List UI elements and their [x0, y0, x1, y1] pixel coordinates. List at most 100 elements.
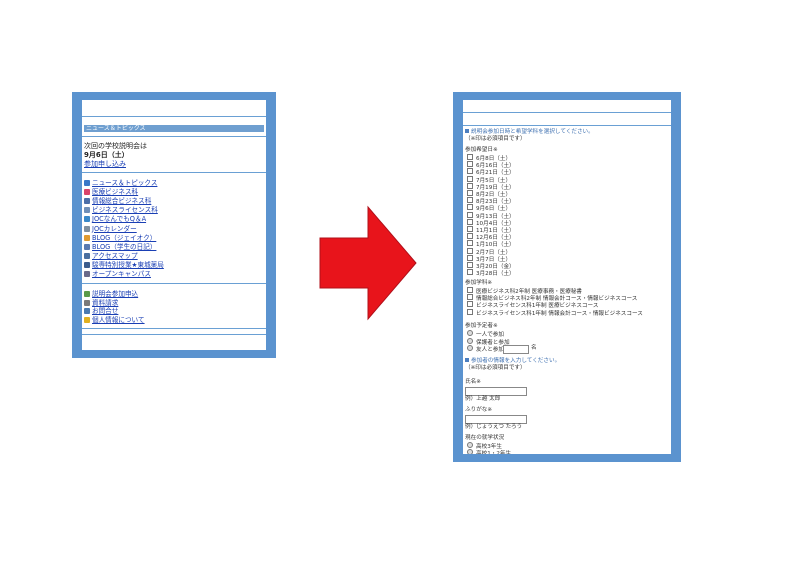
menu-item-label: BLOG（学生の日記） — [92, 242, 157, 251]
door-icon — [84, 271, 90, 277]
menu-item-5[interactable]: JOCカレンダー — [84, 225, 137, 234]
building-icon — [84, 261, 90, 268]
checkbox[interactable] — [467, 211, 473, 218]
menu-item-2[interactable]: 情報総合ビジネス科 — [84, 197, 151, 206]
menu-item-1[interactable]: 医療ビジネス科 — [84, 188, 138, 197]
companion-count-input[interactable] — [503, 345, 529, 354]
date-option-16[interactable]: 3月28日（土） — [467, 269, 515, 278]
checkbox[interactable] — [467, 240, 473, 247]
checkbox[interactable] — [467, 287, 473, 293]
required-note-2: （※印は必須項目です） — [465, 365, 526, 371]
checkbox[interactable] — [467, 301, 473, 308]
radio-button[interactable] — [467, 449, 473, 454]
count-option-label: 友人と参加 — [476, 347, 504, 353]
checkbox[interactable] — [467, 294, 473, 301]
menu-item-4[interactable]: JOCなんでもQ＆A — [84, 215, 146, 224]
mobile-menu-screen: ニュース＆トピックス 次回の学校説明会は 9月6日（土） 参加申し込み ニュース… — [82, 100, 266, 350]
pencil-icon — [84, 234, 90, 241]
name-example: 例）上越 太郎 — [465, 396, 501, 402]
header-bar: ニュース＆トピックス — [84, 125, 264, 132]
divider — [82, 334, 266, 335]
checkbox[interactable] — [467, 154, 473, 160]
checkbox[interactable] — [467, 269, 473, 276]
checkbox[interactable] — [467, 308, 473, 315]
checkbox[interactable] — [467, 168, 473, 175]
checkbox[interactable] — [467, 218, 473, 225]
sub-menu-item-label: 個人情報について — [92, 315, 145, 324]
computer-icon — [84, 198, 90, 205]
checkbox[interactable] — [467, 262, 473, 268]
heart-icon — [84, 189, 90, 196]
smile-icon — [84, 316, 90, 323]
kana-input[interactable] — [465, 415, 527, 424]
course-option-3[interactable]: ビジネスライセンス科1年制 情報会計コース・情報ビジネスコース — [467, 308, 643, 318]
menu-item-3[interactable]: ビジネスライセンス科 — [84, 206, 158, 215]
paper-icon — [84, 299, 90, 306]
count-option-2[interactable]: 友人と参加 — [467, 345, 504, 354]
checkbox[interactable] — [467, 197, 473, 204]
document-icon — [84, 207, 90, 214]
menu-item-label: 駿専特別授業★東城薬局 — [92, 260, 164, 269]
menu-item-6[interactable]: BLOG（ジェイオク） — [84, 234, 156, 243]
book-icon — [84, 243, 90, 250]
menu-item-8[interactable]: アクセスマップ — [84, 252, 138, 261]
date-option-label: 3月28日（土） — [476, 271, 515, 278]
count-suffix: 名 — [531, 345, 537, 351]
checkbox[interactable] — [467, 247, 473, 254]
mail-icon — [84, 308, 90, 315]
checkbox[interactable] — [467, 161, 473, 168]
required-note: （※印は必須項目です） — [465, 136, 526, 142]
sub-menu-item-3[interactable]: 個人情報について — [84, 316, 145, 325]
checkbox[interactable] — [467, 233, 473, 240]
menu-item-label: オープンキャンパス — [92, 270, 151, 278]
menu-item-label: ビジネスライセンス科 — [92, 206, 158, 215]
kana-label: ふりがな※ — [465, 407, 493, 413]
kana-example: 例）じょうえつ たろう — [465, 424, 523, 430]
menu-item-label: JOCなんでもQ＆A — [92, 215, 147, 224]
radio-button[interactable] — [467, 442, 473, 448]
menu-item-label: 情報総合ビジネス科 — [92, 197, 152, 206]
status-option-1[interactable]: 高校1・2年生 — [467, 449, 511, 454]
sub-menu-item-0[interactable]: 説明会参加申込 — [84, 290, 138, 299]
right-arrow-icon — [319, 205, 417, 321]
radio-button[interactable] — [467, 345, 473, 351]
person-icon — [84, 291, 90, 297]
divider — [463, 112, 671, 113]
name-input[interactable] — [465, 387, 527, 396]
divider — [82, 116, 266, 117]
question-icon — [84, 216, 90, 223]
sub-menu-item-label: お問合せ — [92, 307, 119, 316]
checkbox[interactable] — [467, 204, 473, 211]
divider — [82, 283, 266, 284]
checkbox[interactable] — [467, 182, 473, 189]
divider — [82, 136, 266, 137]
sub-menu-item-label: 資料請求 — [92, 298, 119, 307]
menu-item-label: ニュース＆トピックス — [92, 179, 158, 187]
car-icon — [84, 252, 90, 259]
radio-button[interactable] — [467, 330, 473, 336]
checkbox[interactable] — [467, 254, 473, 261]
mobile-form-screenshot: 説明会参加日時と希望学科を選択してください。 （※印は必須項目です） 参加希望日… — [453, 92, 681, 462]
menu-item-0[interactable]: ニュース＆トピックス — [84, 179, 157, 188]
menu-item-label: BLOG（ジェイオク） — [92, 233, 157, 242]
divider — [82, 172, 266, 173]
sub-menu-item-1[interactable]: 資料請求 — [84, 299, 118, 308]
apply-link[interactable]: 参加申し込み — [84, 160, 126, 168]
next-session-label: 次回の学校説明会は — [84, 142, 147, 150]
checkbox[interactable] — [467, 226, 473, 232]
menu-item-9[interactable]: 駿専特別授業★東城薬局 — [84, 261, 164, 270]
menu-item-10[interactable]: オープンキャンパス — [84, 270, 151, 279]
sub-menu-item-2[interactable]: お問合せ — [84, 307, 118, 316]
next-session-date: 9月6日（土） — [84, 151, 129, 159]
course-option-label: ビジネスライセンス科1年制 情報会計コース・情報ビジネスコース — [476, 310, 643, 317]
menu-item-label: 医療ビジネス科 — [92, 188, 139, 197]
menu-item-label: アクセスマップ — [92, 251, 138, 260]
calendar-icon — [84, 225, 90, 232]
globe-icon — [84, 180, 90, 186]
checkbox[interactable] — [467, 175, 473, 182]
radio-button[interactable] — [467, 337, 473, 344]
sub-menu-item-label: 説明会参加申込 — [92, 290, 139, 298]
menu-item-7[interactable]: BLOG（学生の日記） — [84, 243, 156, 252]
mobile-menu-screenshot: ニュース＆トピックス 次回の学校説明会は 9月6日（土） 参加申し込み ニュース… — [72, 92, 276, 358]
checkbox[interactable] — [467, 190, 473, 196]
